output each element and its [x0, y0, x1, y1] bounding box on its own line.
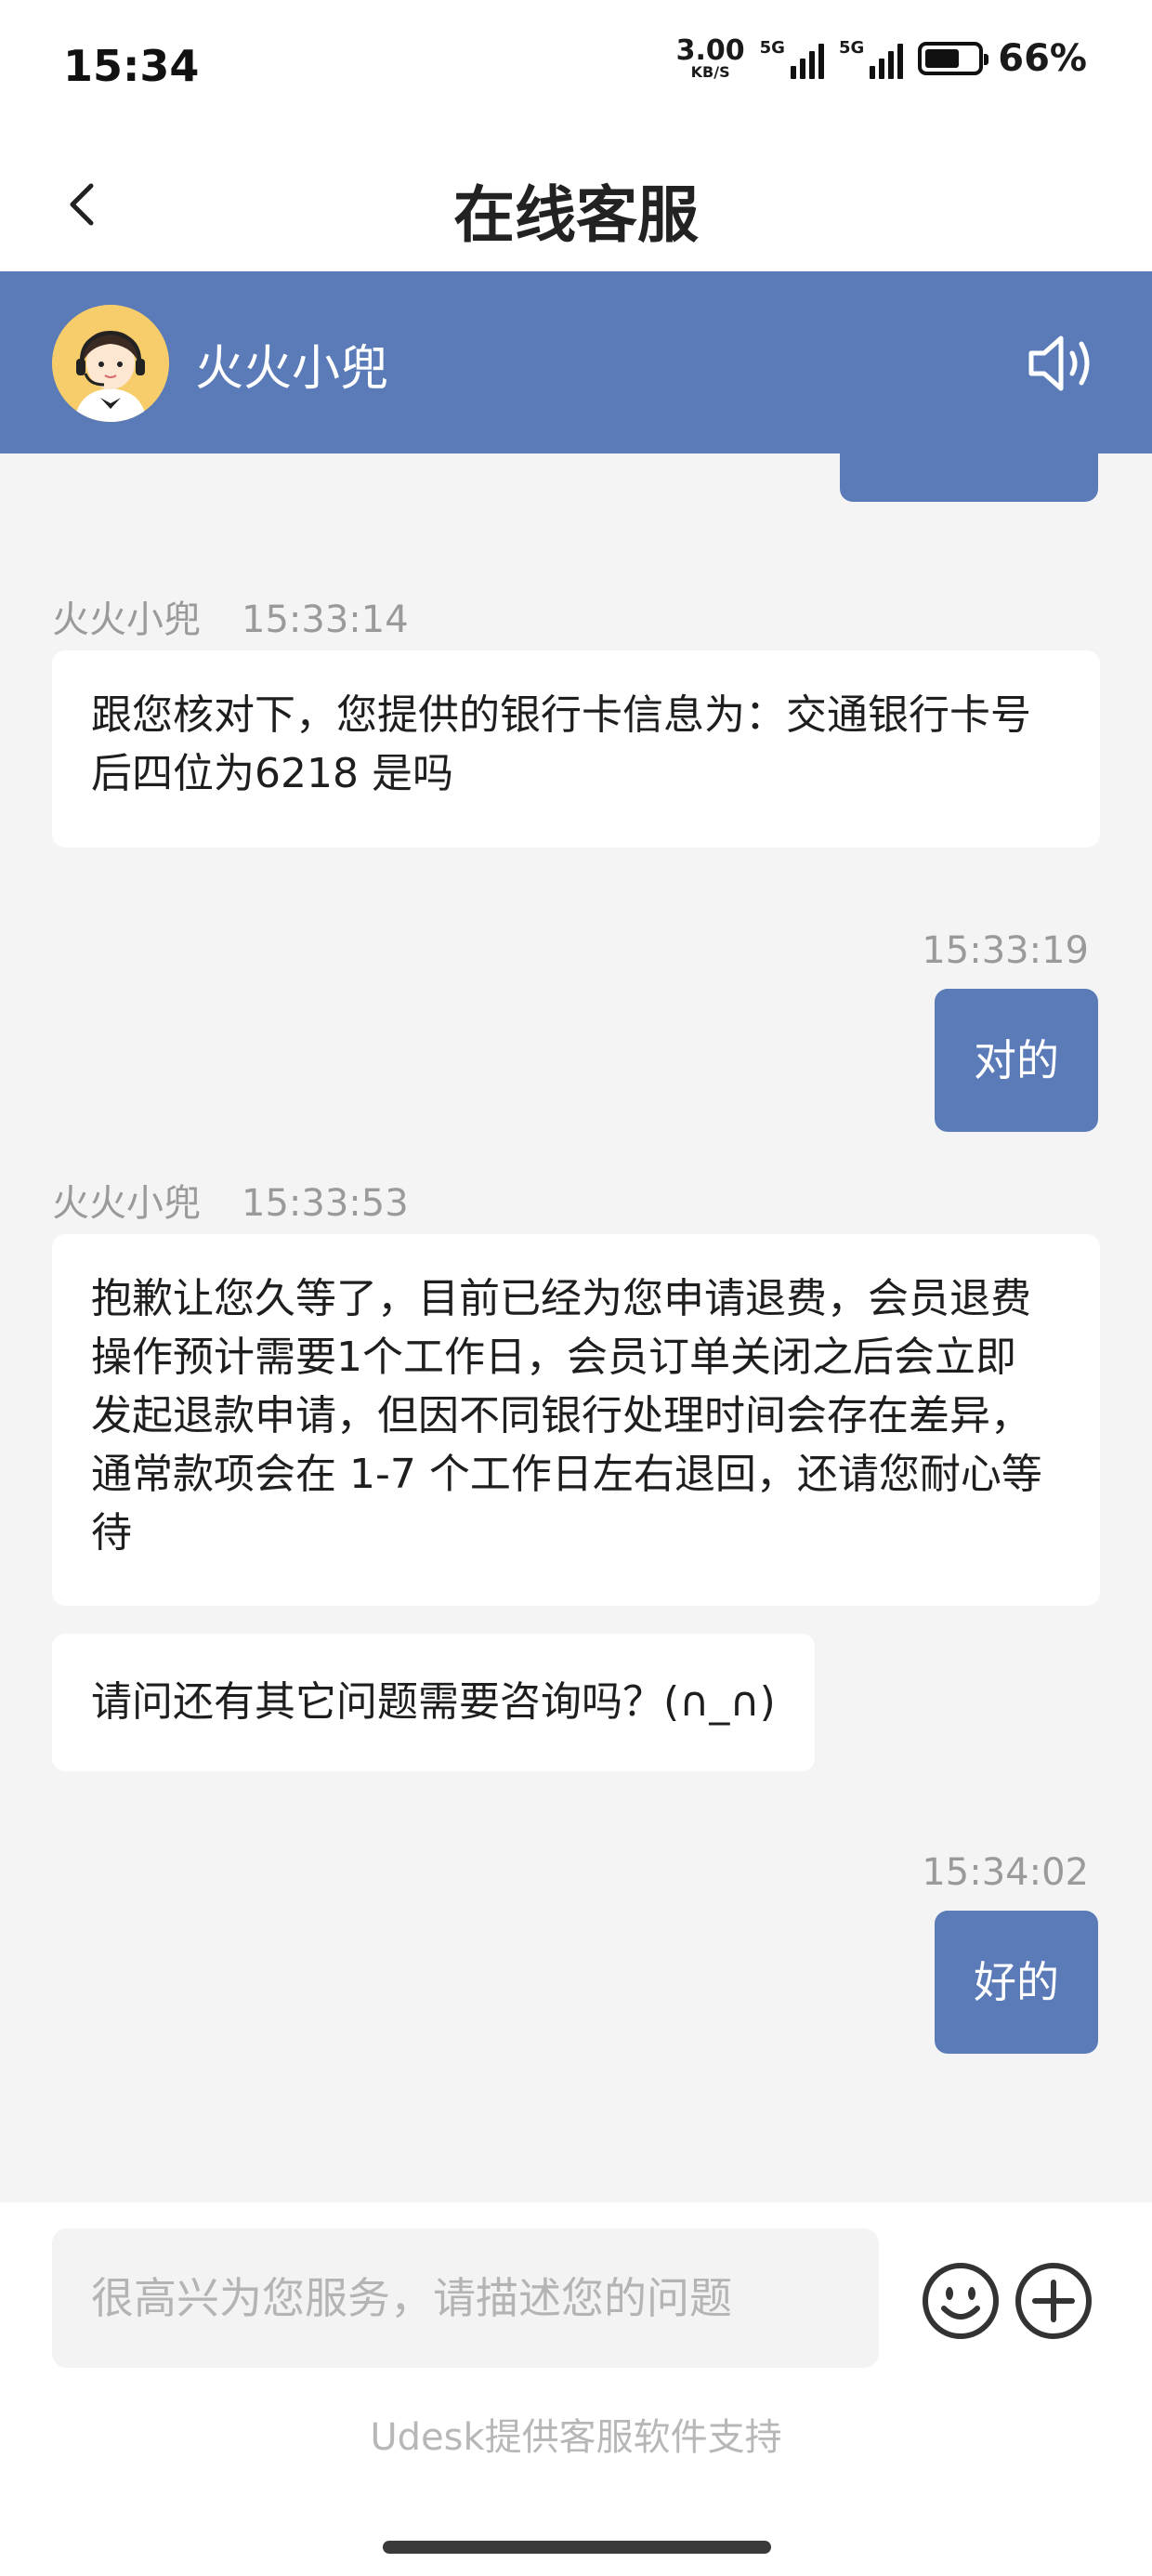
battery-percent: 66% — [998, 37, 1087, 80]
message-line: 发起退款申请，但因不同银行处理时间会存在差异， — [91, 1392, 1031, 1439]
message-line: 抱歉让您久等了，目前已经为您申请退费，会员退费 — [91, 1275, 1031, 1322]
user-message-bubble: 好的 — [935, 1911, 1098, 2054]
agent-avatar-icon — [52, 305, 169, 422]
message-meta: 火火小兜 15:33:14 — [52, 589, 409, 643]
signal-sim2-icon: 5G — [838, 38, 904, 79]
message-line: 后四位为6218 是吗 — [91, 750, 453, 797]
home-indicator[interactable] — [383, 2541, 771, 2554]
sim2-label: 5G — [838, 38, 865, 58]
status-icons: 3.00 KB/S 5G 5G 66% — [676, 37, 1087, 81]
battery-icon — [918, 42, 989, 75]
message-time: 15:33:53 — [242, 1182, 409, 1225]
message-line: 跟您核对下，您提供的银行卡信息为：交通银行卡号 — [91, 691, 1031, 739]
network-speed: 3.00 KB/S — [676, 37, 745, 80]
emoji-icon[interactable] — [920, 2260, 1001, 2342]
speaker-icon[interactable] — [1024, 325, 1100, 401]
status-bar: 15:34 3.00 KB/S 5G 5G 66% — [0, 0, 1152, 139]
agent-name: 火火小兜 — [195, 341, 389, 397]
message-time: 15:33:19 — [922, 929, 1089, 972]
plus-icon[interactable] — [1013, 2260, 1094, 2342]
input-area: Udesk提供客服软件支持 — [0, 2202, 1152, 2576]
message-input[interactable] — [52, 2228, 879, 2368]
status-time: 15:34 — [63, 41, 200, 91]
agent-avatar — [52, 305, 169, 422]
network-speed-unit: KB/S — [690, 63, 730, 81]
signal-sim1-icon: 5G — [760, 38, 824, 79]
page-title: 在线客服 — [453, 179, 699, 251]
message-line: 操作预计需要1个工作日，会员订单关闭之后会立即 — [91, 1334, 1016, 1381]
agent-message-bubble: 请问还有其它问题需要咨询吗？(∩_∩) — [52, 1634, 815, 1771]
agent-header: 火火小兜 — [0, 271, 1152, 453]
sender-name: 火火小兜 — [52, 1182, 201, 1225]
message-time: 15:34:02 — [922, 1851, 1089, 1894]
user-message-bubble: 对的 — [935, 989, 1098, 1132]
sender-name: 火火小兜 — [52, 598, 201, 641]
title-bar: 在线客服 — [0, 139, 1152, 271]
message-line: 请问还有其它问题需要咨询吗？(∩_∩) — [91, 1678, 776, 1726]
agent-message-bubble: 跟您核对下，您提供的银行卡信息为：交通银行卡号 后四位为6218 是吗 — [52, 651, 1100, 848]
sim1-label: 5G — [759, 38, 785, 58]
previous-user-message-bubble — [840, 453, 1098, 502]
message-time: 15:33:14 — [242, 598, 409, 641]
message-meta: 火火小兜 15:33:53 — [52, 1173, 409, 1227]
agent-message-bubble: 抱歉让您久等了，目前已经为您申请退费，会员退费 操作预计需要1个工作日，会员订单… — [52, 1234, 1100, 1606]
powered-by-text: Udesk提供客服软件支持 — [370, 2416, 782, 2459]
message-line: 待 — [91, 1509, 132, 1557]
network-speed-value: 3.00 — [675, 34, 745, 67]
message-line: 通常款项会在 1-7 个工作日左右退回，还请您耐心等 — [91, 1451, 1042, 1498]
